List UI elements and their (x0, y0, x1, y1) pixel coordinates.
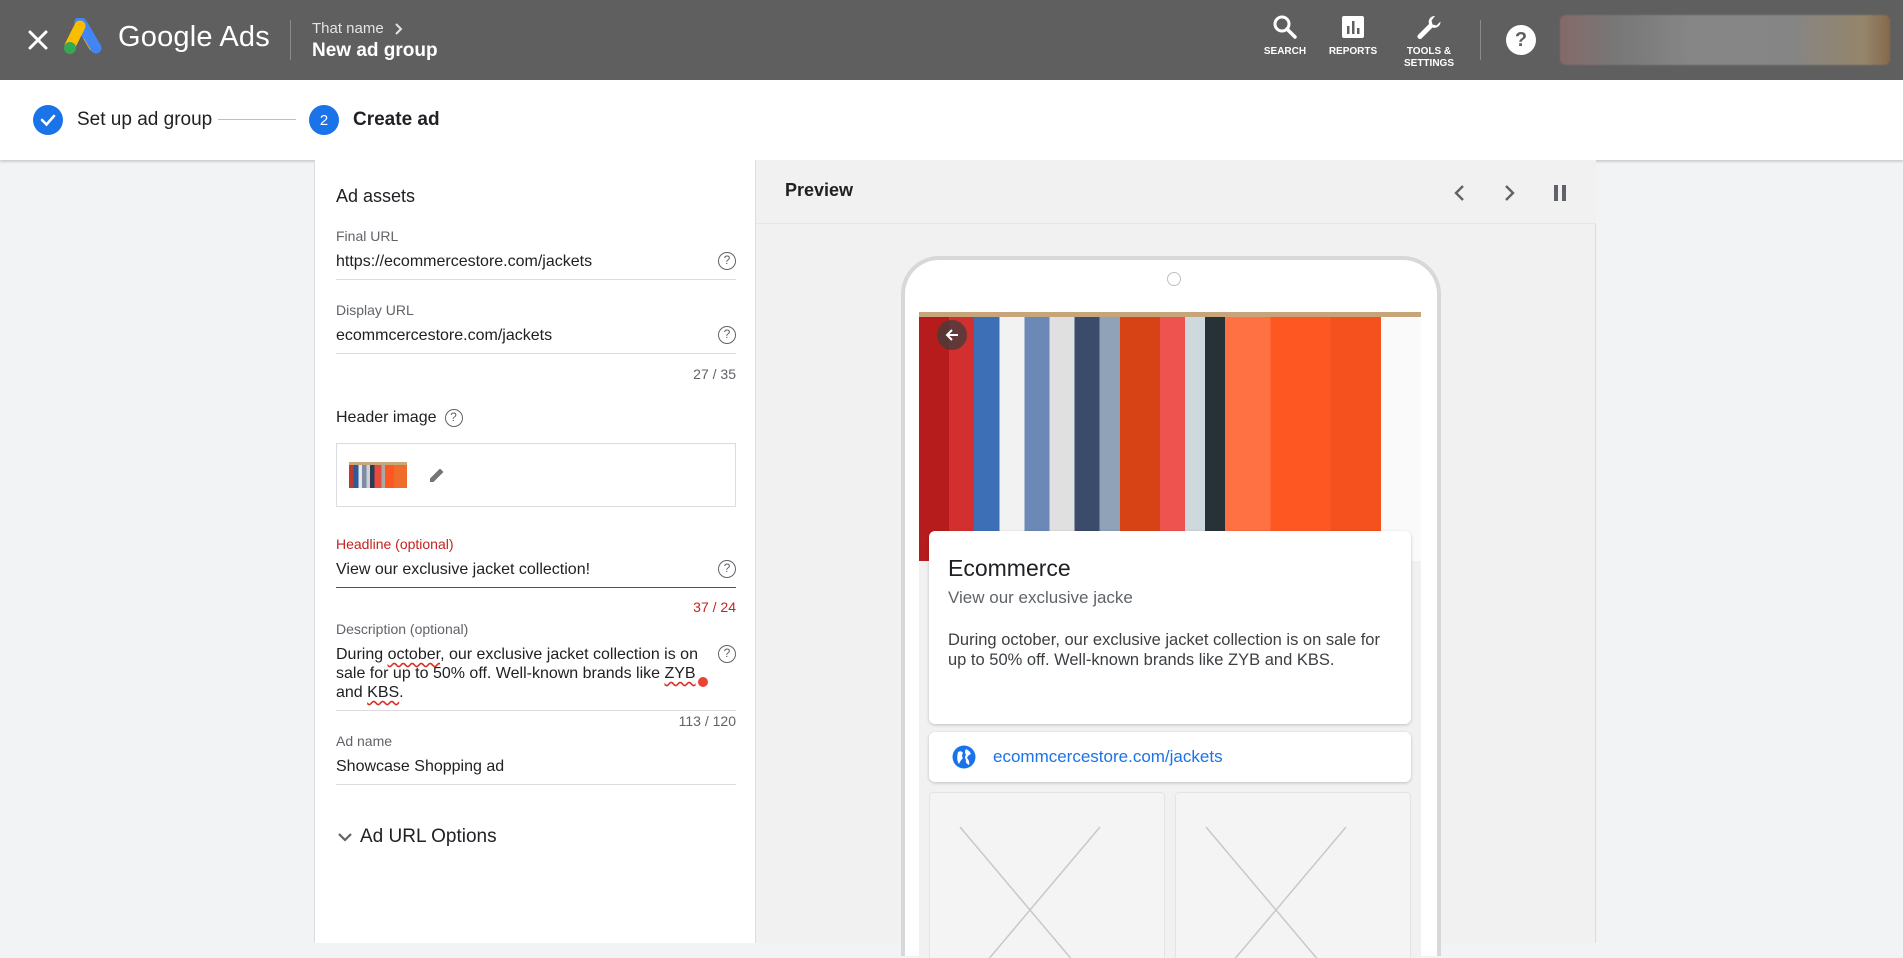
search-icon (1273, 15, 1297, 39)
wrench-icon (1417, 15, 1441, 39)
preview-title: Preview (785, 180, 854, 200)
field-underline (336, 353, 736, 354)
ad-name-field[interactable]: Ad name Showcase Shopping ad (336, 733, 736, 785)
help-icon[interactable]: ? (444, 409, 463, 427)
help-icon[interactable]: ? (718, 645, 736, 663)
preview-headline: Ecommerce (948, 555, 1071, 581)
pencil-icon[interactable] (427, 465, 447, 485)
ad-name-input[interactable]: Showcase Shopping ad (336, 757, 736, 776)
spellcheck-dot-icon[interactable] (698, 677, 708, 687)
description-field[interactable]: Description (optional) During october, o… (336, 621, 736, 711)
final-url-input[interactable]: https://ecommercestore.com/jackets (336, 252, 736, 271)
image-placeholder-icon (959, 826, 1101, 958)
ad-name-label: Ad name (336, 733, 393, 749)
chevron-right-icon[interactable] (1494, 178, 1524, 208)
breadcrumb-parent[interactable]: That name (312, 20, 384, 37)
display-url-label: Display URL (336, 302, 414, 318)
description-input[interactable]: During october, our exclusive jacket col… (336, 645, 706, 702)
headline-label: Headline (optional) (336, 536, 454, 552)
headline-field[interactable]: Headline (optional) View our exclusive j… (336, 536, 736, 588)
search-button[interactable]: SEARCH (1250, 14, 1320, 58)
globe-icon (952, 745, 976, 769)
preview-subheadline: View our exclusive jacke (948, 588, 1133, 607)
display-url-input[interactable]: ecommcercestore.com/jackets (336, 326, 736, 345)
display-url-counter: 27 / 35 (693, 366, 736, 382)
brand-name: Google Ads (118, 21, 270, 53)
tools-label-line2: SETTINGS (1403, 58, 1454, 69)
step2-label: Create ad (353, 109, 440, 130)
stepper: Set up ad group 2 Create ad (0, 80, 1903, 160)
product-placeholder (1175, 792, 1411, 958)
header-image-label: Header image ? (336, 409, 463, 427)
search-label: SEARCH (1263, 46, 1307, 57)
divider (1480, 20, 1481, 60)
misspelled-word[interactable]: KBS (367, 684, 399, 701)
check-icon (33, 105, 63, 135)
header-image-box (336, 443, 736, 507)
step-set-up-ad-group[interactable]: Set up ad group (33, 105, 212, 135)
tools-settings-button[interactable]: TOOLS & SETTINGS (1394, 14, 1464, 70)
description-text: . (399, 684, 404, 701)
description-text: During (336, 646, 388, 663)
ad-preview-card: Ecommerce View our exclusive jacke Durin… (929, 531, 1411, 724)
breadcrumb-current: New ad group (312, 40, 438, 61)
preview-url[interactable]: ecommcercestore.com/jackets (993, 747, 1223, 767)
field-underline (336, 279, 736, 280)
close-icon[interactable] (22, 24, 54, 56)
bar-chart-icon (1342, 16, 1364, 38)
headline-counter: 37 / 24 (693, 599, 736, 615)
section-title: Ad assets (336, 186, 416, 206)
phone-camera (1167, 272, 1181, 286)
final-url-field[interactable]: Final URL https://ecommercestore.com/jac… (336, 228, 736, 280)
step1-label: Set up ad group (77, 109, 213, 130)
reports-button[interactable]: REPORTS (1318, 14, 1388, 58)
pause-icon[interactable] (1545, 178, 1575, 208)
preview-url-card[interactable]: ecommcercestore.com/jackets (929, 732, 1411, 782)
google-ads-logo (62, 16, 108, 58)
arrow-back-icon[interactable] (937, 320, 967, 350)
chevron-right-icon (395, 22, 403, 35)
description-label: Description (optional) (336, 621, 469, 637)
display-url-field[interactable]: Display URL ecommcercestore.com/jackets … (336, 302, 736, 354)
step-connector (218, 119, 296, 120)
top-app-bar: Google Ads That name New ad group SEARCH… (0, 0, 1903, 80)
field-underline (336, 587, 736, 588)
step2-number: 2 (309, 105, 339, 135)
breadcrumb: That name New ad group (312, 20, 438, 62)
phone-mockup: Ecommerce View our exclusive jacke Durin… (901, 256, 1441, 958)
description-counter: 113 / 120 (678, 713, 736, 729)
product-placeholder (929, 792, 1165, 958)
help-icon[interactable]: ? (718, 560, 736, 578)
header-image-label-text: Header image (336, 409, 437, 426)
account-switcher[interactable] (1560, 15, 1890, 65)
header-image-thumbnail[interactable] (349, 462, 407, 488)
chevron-down-icon (338, 833, 352, 842)
preview-description: During october, our exclusive jacket col… (948, 631, 1380, 669)
ad-url-options-toggle[interactable]: Ad URL Options (336, 826, 497, 848)
chevron-left-icon[interactable] (1445, 178, 1475, 208)
final-url-label: Final URL (336, 228, 399, 244)
divider (290, 20, 291, 60)
header-image-preview (919, 298, 1421, 561)
ad-url-options-label: Ad URL Options (360, 826, 497, 847)
misspelled-word[interactable]: october (388, 646, 440, 663)
phone-screen: Ecommerce View our exclusive jacke Durin… (919, 298, 1421, 958)
help-icon[interactable]: ? (718, 252, 736, 270)
headline-input[interactable]: View our exclusive jacket collection! (336, 560, 736, 579)
step-create-ad[interactable]: 2 Create ad (309, 105, 440, 135)
field-underline (336, 710, 736, 711)
misspelled-word[interactable]: ZYB (664, 665, 695, 682)
tools-label-line1: TOOLS & (1406, 46, 1452, 57)
image-placeholder-icon (1205, 826, 1347, 958)
help-icon[interactable]: ? (718, 326, 736, 344)
preview-header: Preview (756, 160, 1596, 224)
description-text: and (336, 684, 368, 701)
preview-panel: Preview Ecommerce View our exclusive jac… (756, 160, 1596, 958)
field-underline (336, 784, 736, 785)
help-icon[interactable]: ? (1506, 25, 1536, 55)
reports-label: REPORTS (1328, 46, 1378, 57)
ad-assets-panel: Ad assets Final URL https://ecommercesto… (314, 160, 756, 943)
